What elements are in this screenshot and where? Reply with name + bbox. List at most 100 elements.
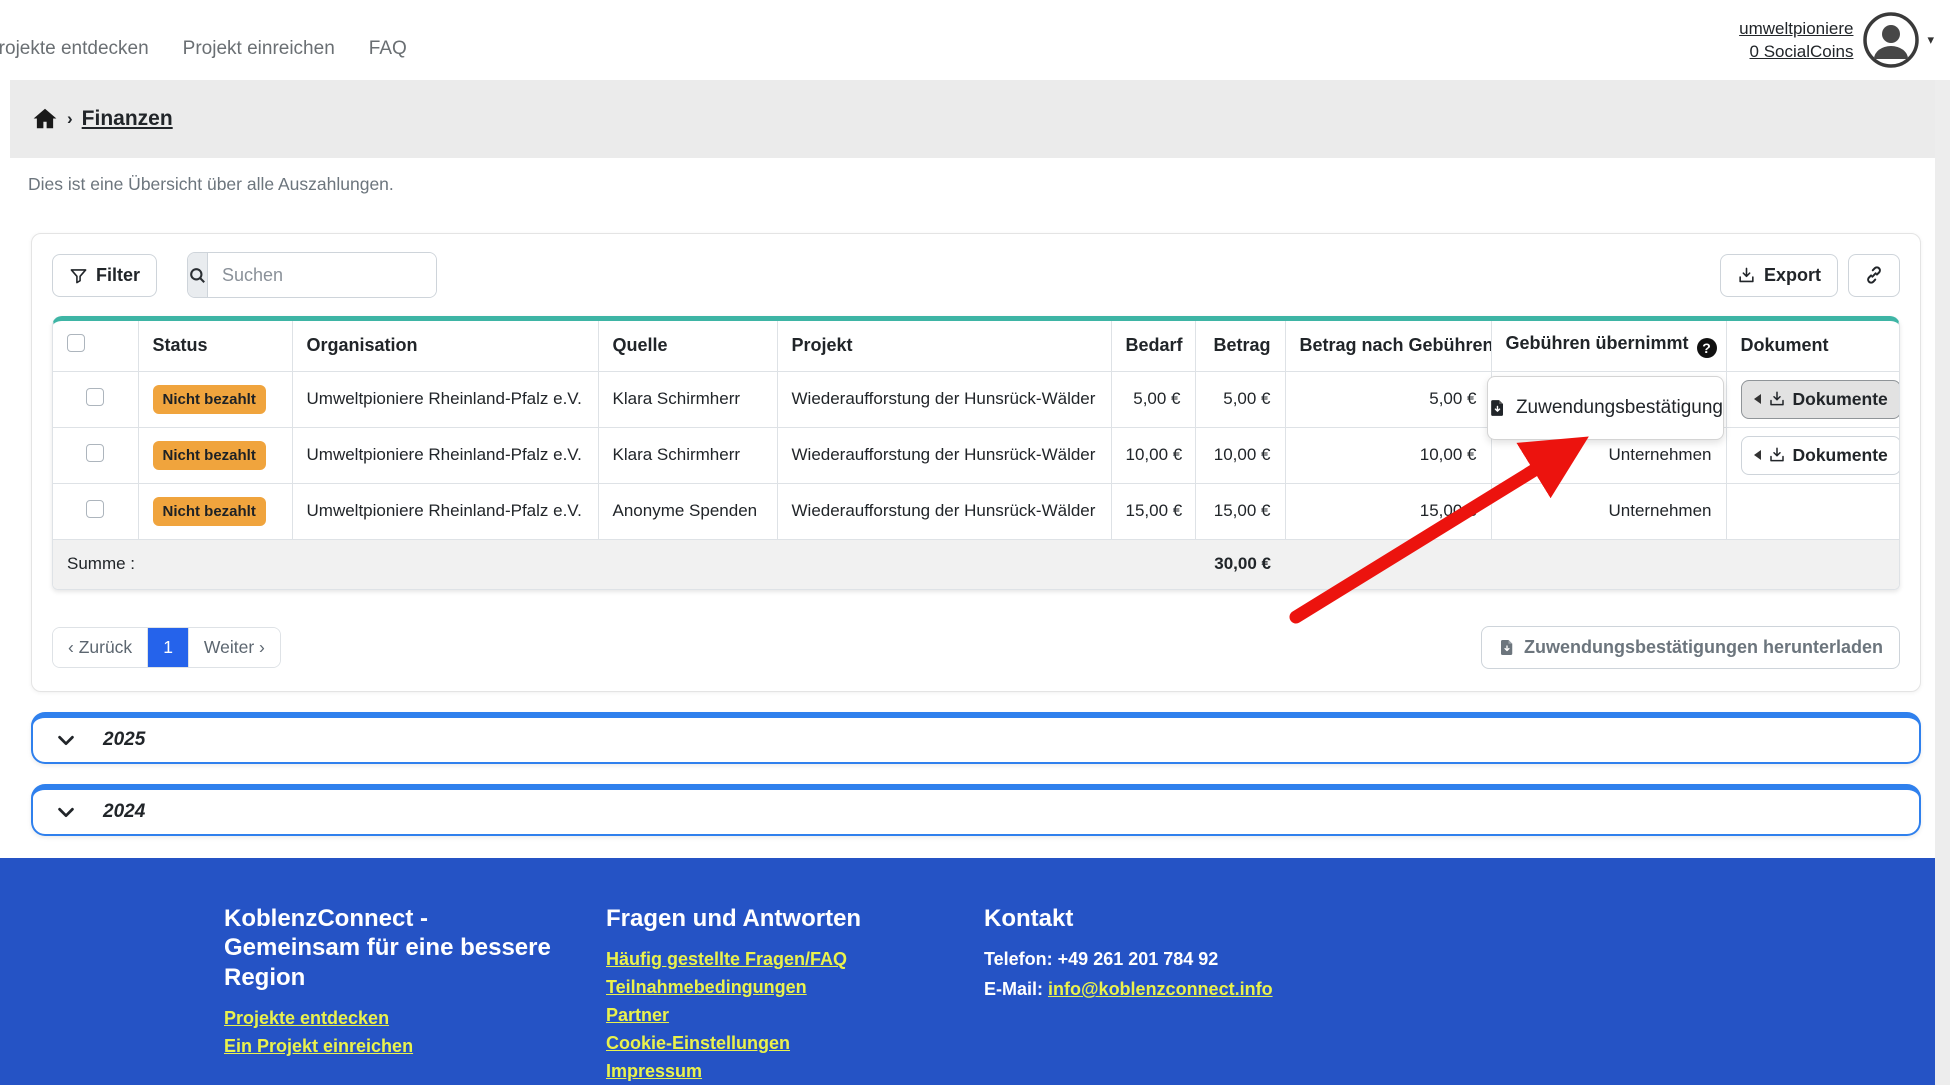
file-download-icon <box>1498 637 1516 658</box>
col-organisation: Organisation <box>292 321 598 371</box>
footer-link-partner[interactable]: Partner <box>606 1005 984 1026</box>
chevron-down-icon[interactable]: ▾ <box>1927 32 1934 48</box>
link-icon <box>1864 265 1884 285</box>
cell-bedarf: 5,00 € <box>1111 371 1195 427</box>
nav-faq[interactable]: FAQ <box>369 38 407 60</box>
main-nav: Projekte entdecken Projekt einreichen FA… <box>0 20 407 60</box>
filter-button[interactable]: Filter <box>52 254 157 297</box>
footer-link-projekt-einreichen[interactable]: Ein Projekt einreichen <box>224 1036 554 1057</box>
pagination: ‹ Zurück 1 Weiter › <box>52 627 281 668</box>
status-badge: Nicht bezahlt <box>153 385 266 414</box>
footer-email-link[interactable]: info@koblenzconnect.info <box>1048 979 1273 999</box>
filter-funnel-icon <box>69 266 88 285</box>
cell-organisation: Umweltpioniere Rheinland-Pfalz e.V. <box>292 483 598 539</box>
export-button-label: Export <box>1764 265 1821 286</box>
username-link[interactable]: umweltpioniere <box>1739 19 1853 39</box>
col-gebuehren-uebernimmt: Gebühren übernimmt? <box>1491 321 1726 371</box>
cell-projekt: Wiederaufforstung der Hunsrück-Wälder <box>777 427 1111 483</box>
scrollbar[interactable] <box>1935 80 1950 1085</box>
accordion-2024[interactable]: 2024 <box>31 784 1921 836</box>
user-area: umweltpioniere 0 SocialCoins ▾ <box>1739 12 1940 68</box>
cell-bedarf: 10,00 € <box>1111 427 1195 483</box>
col-bedarf: Bedarf <box>1111 321 1195 371</box>
col-projekt: Projekt <box>777 321 1111 371</box>
home-icon[interactable] <box>32 106 58 132</box>
pagination-page-1[interactable]: 1 <box>147 628 188 667</box>
nav-projekt-einreichen[interactable]: Projekt einreichen <box>183 38 335 60</box>
socialcoins-link[interactable]: 0 SocialCoins <box>1750 42 1854 62</box>
footer: KoblenzConnect - Gemeinsam für eine bess… <box>0 858 1950 1085</box>
cell-projekt: Wiederaufforstung der Hunsrück-Wälder <box>777 371 1111 427</box>
sum-label: Summe : <box>53 539 1195 589</box>
footer-brand-heading: KoblenzConnect - Gemeinsam für eine bess… <box>224 904 554 992</box>
cell-betrag-nach-gebuehren: 5,00 € <box>1285 371 1491 427</box>
payouts-table-card: Status Organisation Quelle Projekt Bedar… <box>52 316 1900 590</box>
col-betrag: Betrag <box>1195 321 1285 371</box>
cell-projekt: Wiederaufforstung der Hunsrück-Wälder <box>777 483 1111 539</box>
col-status: Status <box>138 321 292 371</box>
footer-link-teilnahmebedingungen[interactable]: Teilnahmebedingungen <box>606 977 984 998</box>
cell-organisation: Umweltpioniere Rheinland-Pfalz e.V. <box>292 371 598 427</box>
cell-betrag: 15,00 € <box>1195 483 1285 539</box>
status-badge: Nicht bezahlt <box>153 497 266 526</box>
footer-telefon: Telefon: +49 261 201 784 92 <box>984 949 1504 970</box>
cell-betrag: 5,00 € <box>1195 371 1285 427</box>
dokumente-button[interactable]: Dokumente <box>1741 380 1901 419</box>
footer-link-impressum[interactable]: Impressum <box>606 1061 984 1082</box>
col-dokument: Dokument <box>1726 321 1900 371</box>
row-checkbox[interactable] <box>86 388 104 406</box>
footer-faq-heading: Fragen und Antworten <box>606 904 984 933</box>
triangle-left-icon <box>1754 394 1761 404</box>
accordion-year-label: 2025 <box>103 729 145 751</box>
dokumente-button-label: Dokumente <box>1793 445 1888 466</box>
row-checkbox[interactable] <box>86 500 104 518</box>
table-row: Nicht bezahlt Umweltpioniere Rheinland-P… <box>53 483 1900 539</box>
cell-organisation: Umweltpioniere Rheinland-Pfalz e.V. <box>292 427 598 483</box>
table-footer-controls: ‹ Zurück 1 Weiter › Zuwendungsbestätigun… <box>52 626 1900 669</box>
export-button[interactable]: Export <box>1720 254 1838 297</box>
table-header-row: Status Organisation Quelle Projekt Bedar… <box>53 321 1900 371</box>
status-badge: Nicht bezahlt <box>153 441 266 470</box>
row-checkbox[interactable] <box>86 444 104 462</box>
footer-email: E-Mail: info@koblenzconnect.info <box>984 979 1504 1000</box>
table-toolbar: Filter Export <box>52 252 1900 298</box>
footer-link-cookie-einstellungen[interactable]: Cookie-Einstellungen <box>606 1033 984 1054</box>
cell-betrag-nach-gebuehren: 10,00 € <box>1285 427 1491 483</box>
breadcrumb: › Finanzen <box>10 80 1950 158</box>
accordion-year-label: 2024 <box>103 801 145 823</box>
dokumente-button[interactable]: Dokumente <box>1741 436 1901 475</box>
sum-value: 30,00 € <box>1195 539 1285 589</box>
search-input[interactable] <box>208 253 437 297</box>
zuwendungsbestaetigung-label: Zuwendungsbestätigung <box>1516 397 1723 419</box>
download-icon <box>1768 446 1786 464</box>
page-description: Dies ist eine Übersicht über alle Auszah… <box>0 158 1950 195</box>
file-download-icon <box>1488 397 1507 419</box>
cell-bedarf: 15,00 € <box>1111 483 1195 539</box>
search-icon <box>188 253 208 297</box>
cell-betrag-nach-gebuehren: 15,00 € <box>1285 483 1491 539</box>
breadcrumb-finanzen[interactable]: Finanzen <box>82 107 173 131</box>
footer-link-faq[interactable]: Häufig gestellte Fragen/FAQ <box>606 949 984 970</box>
download-all-confirmations-button[interactable]: Zuwendungsbestätigungen herunterladen <box>1481 626 1900 669</box>
search-group <box>187 252 437 298</box>
triangle-left-icon <box>1754 450 1761 460</box>
zuwendungsbestaetigung-menu-item[interactable]: Zuwendungsbestätigung <box>1487 376 1724 440</box>
col-quelle: Quelle <box>598 321 777 371</box>
help-question-icon[interactable]: ? <box>1697 338 1717 358</box>
download-all-label: Zuwendungsbestätigungen herunterladen <box>1524 637 1883 658</box>
accordion-2025[interactable]: 2025 <box>31 712 1921 764</box>
cell-betrag: 10,00 € <box>1195 427 1285 483</box>
copy-link-button[interactable] <box>1848 254 1900 297</box>
select-all-checkbox[interactable] <box>67 334 85 352</box>
footer-kontakt-heading: Kontakt <box>984 904 1504 933</box>
footer-link-projekte-entdecken[interactable]: Projekte entdecken <box>224 1008 554 1029</box>
export-download-icon <box>1737 266 1756 285</box>
pagination-prev[interactable]: ‹ Zurück <box>53 628 147 667</box>
nav-projekte-entdecken[interactable]: Projekte entdecken <box>0 38 149 60</box>
pagination-next[interactable]: Weiter › <box>188 628 280 667</box>
cell-quelle: Anonyme Spenden <box>598 483 777 539</box>
footer-email-label: E-Mail: <box>984 979 1048 999</box>
finance-card: Filter Export <box>31 233 1921 692</box>
dokumente-button-label: Dokumente <box>1793 389 1888 410</box>
avatar[interactable] <box>1863 12 1919 68</box>
